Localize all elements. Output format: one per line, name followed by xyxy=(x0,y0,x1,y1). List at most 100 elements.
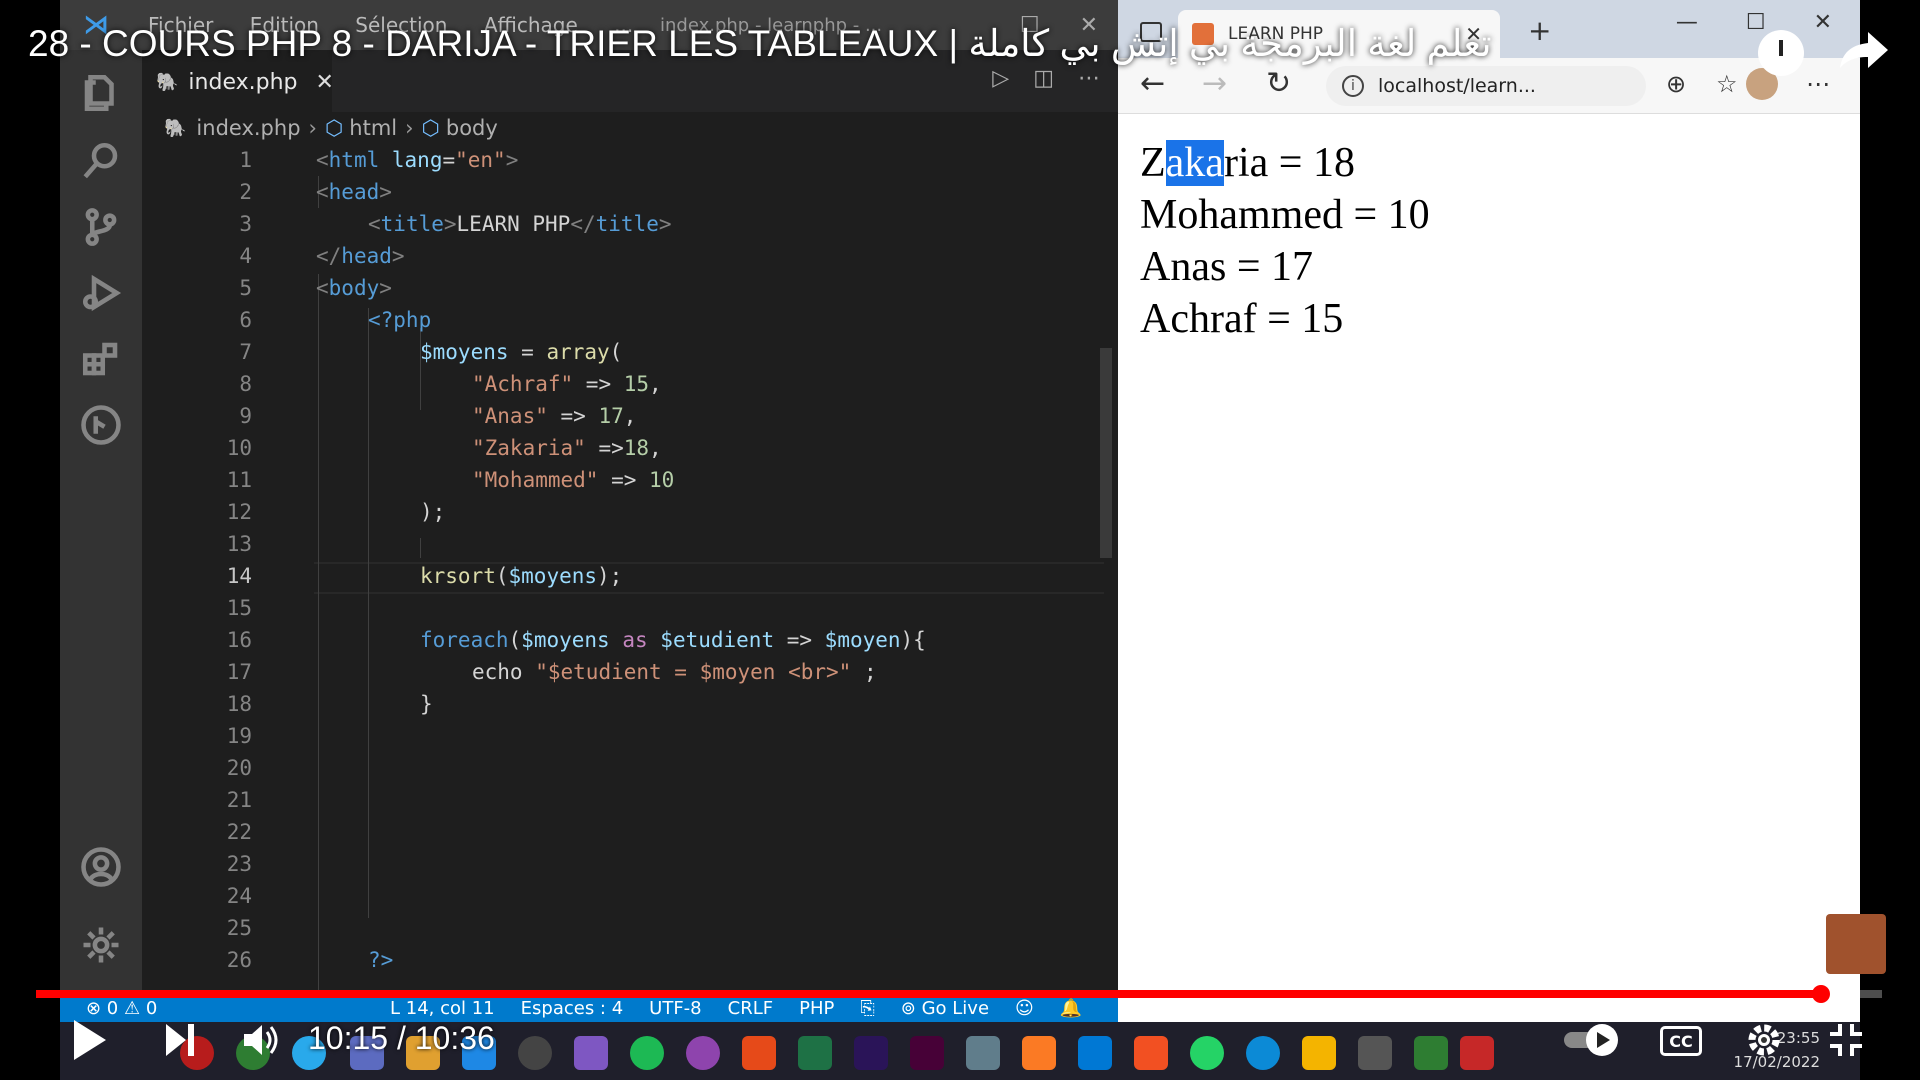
indent-guide xyxy=(368,308,369,918)
code-line-5: <body> xyxy=(316,276,392,300)
site-info-icon[interactable]: i xyxy=(1342,75,1364,97)
tab-label: index.php xyxy=(188,69,298,95)
address-bar-url: localhost/learn... xyxy=(1378,75,1536,97)
autoplay-toggle[interactable] xyxy=(1562,1020,1622,1060)
video-scrubber-handle[interactable] xyxy=(1812,985,1831,1003)
code-line-12: ); xyxy=(420,500,446,524)
line-number: 22 xyxy=(226,820,252,844)
play-icon[interactable] xyxy=(72,1018,108,1062)
volume-icon[interactable] xyxy=(240,1020,280,1060)
line-number: 19 xyxy=(226,724,252,748)
breadcrumb-file[interactable]: index.php xyxy=(196,116,300,140)
line-number: 23 xyxy=(226,852,252,876)
account-icon[interactable] xyxy=(80,846,122,888)
close-tab-icon[interactable]: ✕ xyxy=(315,70,333,95)
zoom-icon[interactable]: ⊕ xyxy=(1666,70,1686,98)
more-menu-icon[interactable]: ⋯ xyxy=(1806,70,1830,98)
line-number: 8 xyxy=(239,372,252,396)
editor-actions: ▷ ◫ ⋯ xyxy=(992,66,1100,91)
line-number: 6 xyxy=(239,308,252,332)
breadcrumb-html[interactable]: html xyxy=(349,116,397,140)
channel-avatar[interactable] xyxy=(1826,914,1886,974)
reload-icon[interactable]: ↻ xyxy=(1266,66,1291,101)
video-title[interactable]: 28 - COURS PHP 8 - DARIJA - TRIER LES TA… xyxy=(28,22,1492,65)
video-time-display: 10:15 / 10:36 xyxy=(308,1020,495,1056)
run-debug-icon[interactable] xyxy=(80,272,122,314)
git-graph-icon[interactable] xyxy=(80,404,122,446)
line-number: 18 xyxy=(226,692,252,716)
line-number: 14 xyxy=(226,564,252,588)
browser-toolbar: ← → ↻ i localhost/learn... ⊕ ☆ ⋯ xyxy=(1118,58,1860,114)
line-number: 9 xyxy=(239,404,252,428)
line-number-gutter: 1 2 3 4 5 6 7 8 9 10 11 12 13 14 15 16 17 18 19 20 21 22 23 24 2… xyxy=(142,144,272,995)
back-icon[interactable]: ← xyxy=(1140,66,1165,101)
code-line-7: $moyens = array( xyxy=(420,340,623,364)
source-control-icon[interactable] xyxy=(80,206,122,248)
browser-window: LEARN PHP ✕ + — ☐ ✕ ← → ↻ i localhost/le… xyxy=(1118,0,1860,1022)
favorites-icon[interactable]: ☆ xyxy=(1716,70,1738,98)
address-bar[interactable]: i localhost/learn... xyxy=(1326,66,1646,106)
line-number: 5 xyxy=(239,276,252,300)
gear-icon[interactable] xyxy=(80,924,122,966)
php-file-icon: 🐘 xyxy=(164,117,187,139)
line-number: 16 xyxy=(226,628,252,652)
line-number: 26 xyxy=(226,948,252,972)
share-icon[interactable] xyxy=(1838,30,1890,70)
indent-guide xyxy=(420,538,421,558)
more-actions-icon[interactable]: ⋯ xyxy=(1078,66,1100,91)
close-icon[interactable]: ✕ xyxy=(1814,10,1832,35)
code-line-14: krsort($moyens); xyxy=(420,564,623,588)
breadcrumb-separator: › xyxy=(405,116,414,140)
line-number: 13 xyxy=(226,532,252,556)
line-number: 12 xyxy=(226,500,252,524)
search-icon[interactable] xyxy=(80,140,122,182)
settings-icon[interactable] xyxy=(1744,1020,1784,1060)
editor-scrollbar[interactable] xyxy=(1100,348,1112,558)
text-selection: aka xyxy=(1165,140,1224,186)
line-number: 3 xyxy=(239,212,252,236)
video-progress-played xyxy=(36,990,1822,998)
subtitles-icon[interactable]: CC xyxy=(1660,1026,1702,1056)
line-number: 20 xyxy=(226,756,252,780)
run-icon[interactable]: ▷ xyxy=(992,66,1009,91)
split-editor-icon[interactable]: ◫ xyxy=(1033,66,1054,91)
watch-later-icon[interactable] xyxy=(1758,30,1804,76)
minimize-icon[interactable]: — xyxy=(1676,10,1698,35)
line-number: 2 xyxy=(239,180,252,204)
video-progress-bar[interactable] xyxy=(36,985,1882,1003)
code-line-18: } xyxy=(420,692,433,716)
breadcrumb-body[interactable]: body xyxy=(446,116,498,140)
code-line-9: "Anas" => 17, xyxy=(472,404,637,428)
code-line-3: <title>LEARN PHP</title> xyxy=(368,212,672,236)
breadcrumb: 🐘 index.php › ⬡ html › ⬡ body xyxy=(142,112,1118,144)
code-line-26: ?> xyxy=(368,948,394,972)
extensions-icon[interactable] xyxy=(80,338,122,380)
code-line-11: "Mohammed" => 10 xyxy=(472,468,675,492)
page-content: Zakaria = 18 Mohammed = 10 Anas = 17 Ach… xyxy=(1118,115,1860,1022)
line-number: 21 xyxy=(226,788,252,812)
line-number: 25 xyxy=(226,916,252,940)
php-file-icon: 🐘 xyxy=(156,71,179,93)
exit-fullscreen-icon[interactable] xyxy=(1828,1022,1864,1058)
explorer-icon[interactable] xyxy=(80,72,122,114)
output-line: Anas = 17 xyxy=(1140,244,1314,290)
code-line-6: <?php xyxy=(368,308,432,332)
next-video-icon[interactable] xyxy=(164,1022,196,1058)
new-tab-icon[interactable]: + xyxy=(1528,14,1551,47)
line-number: 7 xyxy=(239,340,252,364)
line-number: 17 xyxy=(226,660,252,684)
code-line-1: <html lang="en"> xyxy=(316,148,519,172)
line-number: 11 xyxy=(226,468,252,492)
code-line-4: </head> xyxy=(316,244,405,268)
output-line: Mohammed = 10 xyxy=(1140,192,1430,238)
line-number: 1 xyxy=(239,148,252,172)
vscode-window: ⋊ Fichier Edition Sélection Affichage ..… xyxy=(60,0,1118,1022)
code-line-8: "Achraf" => 15, xyxy=(472,372,662,396)
element-icon: ⬡ xyxy=(421,116,440,140)
maximize-icon[interactable]: ☐ xyxy=(1746,10,1766,35)
code-content[interactable]: <html lang="en"> <head> <title>LEARN PHP… xyxy=(316,144,1106,995)
code-editor[interactable]: 1 2 3 4 5 6 7 8 9 10 11 12 13 14 15 16 17 18 19 20 21 22 23 24 2… xyxy=(142,144,1118,995)
forward-icon[interactable]: → xyxy=(1202,66,1227,101)
activity-bar xyxy=(60,50,142,995)
indent-guide xyxy=(318,274,319,994)
